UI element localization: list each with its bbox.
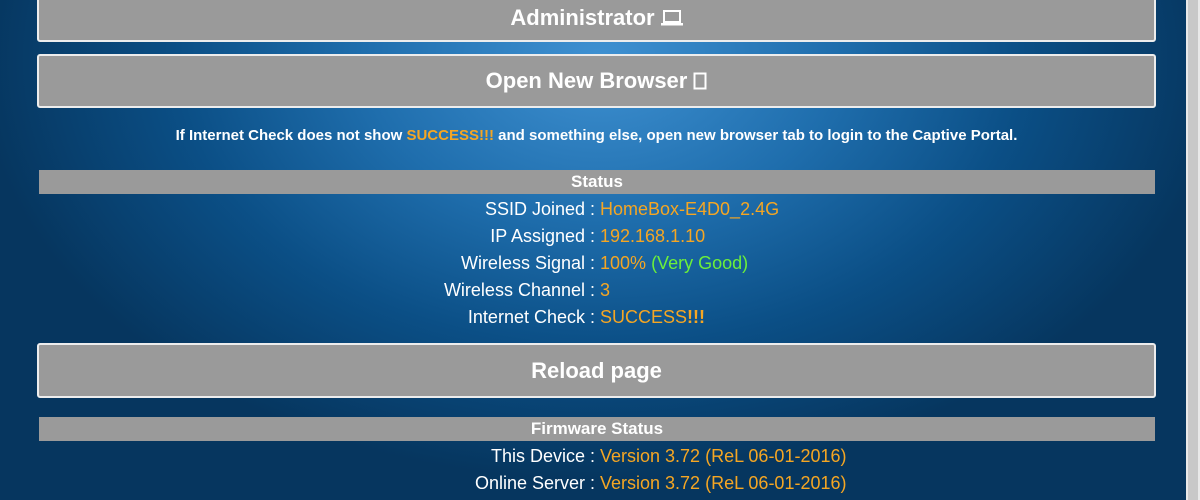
reload-page-label: Reload page [531, 357, 662, 383]
open-new-browser-button[interactable]: Open New Browser [37, 54, 1156, 108]
firmware-row-server: Online Server : Version 3.72 (ReL 06-01-… [0, 470, 1200, 496]
administrator-label: Administrator [510, 5, 655, 30]
status-row-ip: IP Assigned : 192.168.1.10 [0, 223, 1200, 249]
status-title: Status [571, 172, 623, 191]
internet-label: Internet Check : [467, 307, 595, 327]
status-row-signal: Wireless Signal : 100% (Very Good) [0, 250, 1200, 276]
open-new-browser-label: Open New Browser [485, 68, 688, 93]
ssid-value: HomeBox-E4D0_2.4G [600, 199, 780, 219]
internet-value-group: SUCCESS!!! [600, 304, 705, 330]
signal-label: Wireless Signal : [460, 253, 595, 273]
firmware-row-device: This Device : Version 3.72 (ReL 06-01-20… [0, 443, 1200, 469]
status-row-ssid: SSID Joined : HomeBox-E4D0_2.4G [0, 196, 1200, 222]
internet-value: SUCCESS [600, 307, 688, 327]
notice-text-after: and something else, open new browser tab… [493, 127, 1018, 144]
ip-value: 192.168.1.10 [600, 226, 706, 246]
scrollbar-thumb[interactable] [1188, 0, 1198, 500]
firmware-title: Firmware Status [530, 419, 664, 438]
channel-value: 3 [600, 280, 611, 300]
this-device-label: This Device : [490, 446, 595, 466]
new-window-icon [693, 72, 707, 90]
ip-label: IP Assigned : [490, 226, 595, 246]
administrator-button[interactable]: Administrator [37, 0, 1156, 42]
ssid-label: SSID Joined : [484, 199, 595, 219]
laptop-icon [660, 10, 683, 26]
reload-page-button[interactable]: Reload page [37, 343, 1156, 398]
notice-text-before: If Internet Check does not show [175, 127, 407, 144]
status-row-channel: Wireless Channel : 3 [0, 277, 1200, 303]
online-server-label: Online Server : [474, 473, 595, 493]
signal-value-group: 100% (Very Good) [600, 250, 748, 276]
status-section-header: Status [39, 170, 1155, 194]
signal-quality: (Very Good) [651, 253, 749, 273]
status-row-internet: Internet Check : SUCCESS!!! [0, 304, 1200, 330]
vertical-scrollbar[interactable] [1186, 0, 1200, 500]
this-device-value: Version 3.72 (ReL 06-01-2016) [600, 446, 847, 466]
captive-portal-notice: If Internet Check does not show SUCCESS!… [0, 127, 1193, 144]
firmware-section-header: Firmware Status [39, 417, 1155, 441]
signal-value: 100% [600, 253, 647, 273]
online-server-value: Version 3.72 (ReL 06-01-2016) [600, 473, 847, 493]
internet-exclamation: !!! [687, 307, 706, 327]
notice-success-highlight: SUCCESS!!! [406, 127, 494, 144]
channel-label: Wireless Channel : [443, 280, 595, 300]
